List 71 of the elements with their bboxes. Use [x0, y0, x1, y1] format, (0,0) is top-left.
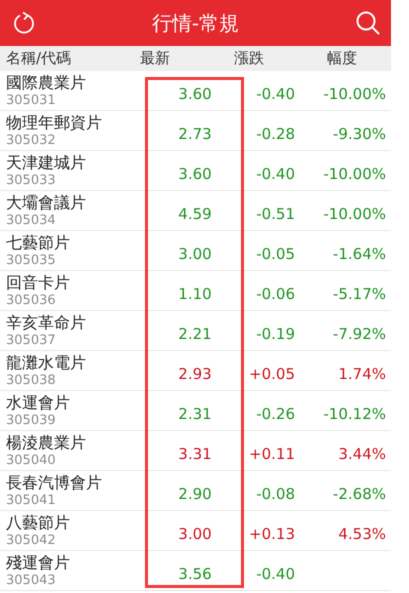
latest-price: 2.21	[177, 324, 213, 342]
page-title: 行情-常規	[152, 10, 240, 36]
latest-price: 3.60	[177, 164, 213, 182]
stamp-code: 305038	[6, 372, 57, 388]
price-change: +0.13	[248, 524, 295, 542]
latest-price: 3.31	[177, 444, 213, 462]
change-percent: 1.74%	[337, 364, 387, 382]
stamp-name: 天津建城片	[6, 152, 87, 172]
stamp-code: 305037	[6, 332, 57, 348]
price-change: -0.40	[255, 84, 295, 102]
latest-price: 1.10	[177, 284, 213, 302]
change-percent: -9.30%	[332, 124, 387, 142]
stamp-name: 七藝節片	[6, 232, 71, 252]
refresh-icon[interactable]	[12, 11, 36, 35]
stamp-name: 龍灘水電片	[6, 352, 87, 372]
stamp-code: 305032	[6, 132, 57, 148]
latest-price: 3.56	[177, 564, 213, 582]
price-change: -0.26	[255, 404, 295, 422]
price-change: -0.08	[255, 484, 295, 502]
stamp-name: 國際農業片	[6, 72, 87, 92]
stamp-code: 305033	[6, 172, 57, 188]
stamp-name: 殘運會片	[6, 552, 71, 572]
stamp-code: 305036	[6, 292, 57, 308]
column-header[interactable]: 幅度	[327, 49, 391, 68]
stamp-name: 大壩會議片	[6, 192, 87, 212]
price-change: -0.05	[255, 244, 295, 262]
change-percent: -5.17%	[332, 284, 387, 302]
stamp-code: 305031	[6, 92, 57, 108]
change-percent: -10.00%	[322, 164, 387, 182]
latest-price: 2.73	[177, 124, 213, 142]
stamp-code: 305043	[6, 572, 57, 588]
latest-price: 2.90	[177, 484, 213, 502]
stamp-name: 八藝節片	[6, 512, 71, 532]
latest-price: 3.00	[177, 524, 213, 542]
price-change: -0.40	[255, 564, 295, 582]
column-header[interactable]: 漲跌	[234, 49, 327, 68]
price-change: -0.19	[255, 324, 295, 342]
stamp-code: 305042	[6, 532, 57, 548]
latest-price: 4.59	[177, 204, 213, 222]
price-change: -0.06	[255, 284, 295, 302]
change-percent: 4.53%	[337, 524, 387, 542]
price-change: -0.51	[255, 204, 295, 222]
change-percent: -10.00%	[322, 204, 387, 222]
column-header[interactable]: 最新	[140, 49, 234, 68]
stamp-code: 305041	[6, 492, 57, 508]
stamp-name: 水運會片	[6, 392, 71, 412]
column-header[interactable]: 名稱/代碼	[6, 49, 140, 68]
change-percent: -1.64%	[332, 244, 387, 262]
stamp-code: 305035	[6, 252, 57, 268]
stamp-name: 長春汽博會片	[6, 472, 103, 492]
price-change: +0.11	[248, 444, 295, 462]
stamp-code: 305040	[6, 452, 57, 468]
stamp-name: 回音卡片	[6, 272, 71, 292]
latest-price: 3.00	[177, 244, 213, 262]
price-change: -0.28	[255, 124, 295, 142]
search-icon[interactable]	[355, 10, 381, 36]
stamp-name: 楊淩農業片	[6, 432, 87, 452]
stamp-code: 305034	[6, 212, 57, 228]
change-percent: -7.92%	[332, 324, 387, 342]
stamp-name: 物理年郵資片	[6, 112, 103, 132]
stamp-code: 305039	[6, 412, 57, 428]
price-change: +0.05	[248, 364, 295, 382]
change-percent: 3.44%	[337, 444, 387, 462]
change-percent: -10.12%	[322, 404, 387, 422]
stamp-name: 辛亥革命片	[6, 312, 87, 332]
latest-price: 2.31	[177, 404, 213, 422]
latest-price: 3.60	[177, 84, 213, 102]
latest-price: 2.93	[177, 364, 213, 382]
change-percent: -10.00%	[322, 84, 387, 102]
change-percent: -2.68%	[332, 484, 387, 502]
price-change: -0.40	[255, 164, 295, 182]
